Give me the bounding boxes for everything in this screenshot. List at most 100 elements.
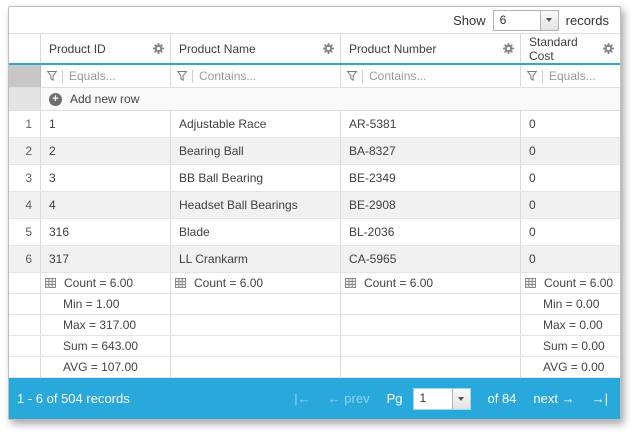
filter-funnel-icon[interactable] [47,71,57,81]
cell-standard-cost[interactable]: 0 [521,246,620,272]
header-row: Product ID Product Name Product Number S… [9,34,620,65]
cell-product-id[interactable]: 317 [41,246,171,272]
cell-product-id[interactable]: 1 [41,111,171,137]
filter-row: Equals... Contains... Contains... Equals… [9,65,620,88]
filter-placeholder[interactable]: Equals... [549,69,596,83]
grid-toolbar: Show 6 records [9,7,620,34]
summary-cell-count: Count = 6.00 [171,273,341,293]
summary-number-cell [9,273,41,293]
filter-funnel-icon[interactable] [527,71,537,81]
add-new-row: + Add new row [9,88,620,111]
summary-cell-avg: AVG = 107.00 [41,357,171,377]
filter-cell-standard-cost[interactable]: Equals... [521,65,620,87]
first-page-button[interactable]: |← [294,391,310,406]
cell-product-name[interactable]: BB Ball Bearing [171,165,341,191]
cell-product-id[interactable]: 4 [41,192,171,218]
pager-controls: |← ← prev Pg 1 of 84 next → →| [294,388,608,410]
cell-product-id[interactable]: 2 [41,138,171,164]
records-per-page-combo[interactable]: 6 [493,10,559,31]
filter-separator [362,70,363,83]
records-per-page-value[interactable]: 6 [494,11,540,30]
page-number-combo[interactable]: 1 [413,388,471,410]
summary-cell-count: Count = 6.00 [341,273,521,293]
summary-cell-max [341,315,521,335]
cell-standard-cost[interactable]: 0 [521,138,620,164]
column-header-label: Product ID [49,42,106,56]
cell-product-name[interactable]: Adjustable Race [171,111,341,137]
last-page-button[interactable]: →| [592,391,608,406]
gear-icon[interactable] [603,43,614,54]
cell-standard-cost[interactable]: 0 [521,192,620,218]
gear-icon[interactable] [323,43,334,54]
filter-cell-product-number[interactable]: Contains... [341,65,521,87]
chevron-down-icon [458,397,464,401]
filter-funnel-icon[interactable] [177,71,187,81]
column-header-product-id[interactable]: Product ID [41,34,171,63]
summary-cell-count: Count = 6.00 [41,273,171,293]
next-page-button[interactable]: next → [533,391,574,406]
row-number: 3 [9,165,41,191]
row-number: 1 [9,111,41,137]
table-row[interactable]: 6 317 LL Crankarm CA-5965 0 [9,246,620,273]
summary-number-cell [9,336,41,356]
filter-placeholder[interactable]: Equals... [69,69,116,83]
summary-cell-sum [171,336,341,356]
aggregate-grid-icon [45,278,56,288]
aggregate-grid-icon [345,278,356,288]
pager-status: 1 - 6 of 504 records [17,391,294,406]
pager-bar: 1 - 6 of 504 records |← ← prev Pg 1 of 8… [9,378,620,419]
summary-cell-max [171,315,341,335]
cell-product-id[interactable]: 316 [41,219,171,245]
page-count-label: of 84 [488,391,517,406]
prev-page-button[interactable]: ← prev [328,391,370,406]
cell-product-id[interactable]: 3 [41,165,171,191]
row-number: 5 [9,219,41,245]
summary-row-min: Min = 1.00 Min = 0.00 [9,294,620,315]
cell-standard-cost[interactable]: 0 [521,111,620,137]
cell-product-name[interactable]: Headset Ball Bearings [171,192,341,218]
column-header-label: Product Name [179,42,256,56]
cell-standard-cost[interactable]: 0 [521,165,620,191]
cell-product-number[interactable]: AR-5381 [341,111,521,137]
table-row[interactable]: 2 2 Bearing Ball BA-8327 0 [9,138,620,165]
table-row[interactable]: 3 3 BB Ball Bearing BE-2349 0 [9,165,620,192]
filter-separator [62,70,63,83]
filter-funnel-icon[interactable] [347,71,357,81]
table-row[interactable]: 4 4 Headset Ball Bearings BE-2908 0 [9,192,620,219]
cell-product-name[interactable]: Bearing Ball [171,138,341,164]
add-row-number-cell [9,88,41,110]
filter-placeholder[interactable]: Contains... [369,69,426,83]
filter-cell-product-id[interactable]: Equals... [41,65,171,87]
add-new-row-button[interactable]: + Add new row [41,88,620,110]
gear-icon[interactable] [153,43,164,54]
filter-placeholder[interactable]: Contains... [199,69,256,83]
cell-product-number[interactable]: BE-2349 [341,165,521,191]
summary-number-cell [9,294,41,314]
summary-cell-count: Count = 6.00 [521,273,620,293]
column-header-standard-cost[interactable]: Standard Cost [521,34,620,63]
aggregate-grid-icon [525,278,536,288]
filter-separator [192,70,193,83]
filter-cell-product-name[interactable]: Contains... [171,65,341,87]
filter-row-number-cell [9,65,41,87]
cell-product-number[interactable]: BE-2908 [341,192,521,218]
table-row[interactable]: 5 316 Blade BL-2036 0 [9,219,620,246]
column-header-product-name[interactable]: Product Name [171,34,341,63]
records-per-page-dropdown-button[interactable] [540,11,558,30]
cell-standard-cost[interactable]: 0 [521,219,620,245]
page-number-dropdown-button[interactable] [452,389,470,409]
column-header-label: Standard Cost [529,35,599,63]
row-number: 2 [9,138,41,164]
table-row[interactable]: 1 1 Adjustable Race AR-5381 0 [9,111,620,138]
cell-product-name[interactable]: LL Crankarm [171,246,341,272]
column-header-product-number[interactable]: Product Number [341,34,521,63]
cell-product-number[interactable]: BA-8327 [341,138,521,164]
cell-product-number[interactable]: BL-2036 [341,219,521,245]
summary-cell-min [341,294,521,314]
plus-circle-icon: + [49,93,62,106]
page-number-value[interactable]: 1 [414,389,452,409]
cell-product-number[interactable]: CA-5965 [341,246,521,272]
gear-icon[interactable] [503,43,514,54]
cell-product-name[interactable]: Blade [171,219,341,245]
summary-cell-sum: Sum = 643.00 [41,336,171,356]
